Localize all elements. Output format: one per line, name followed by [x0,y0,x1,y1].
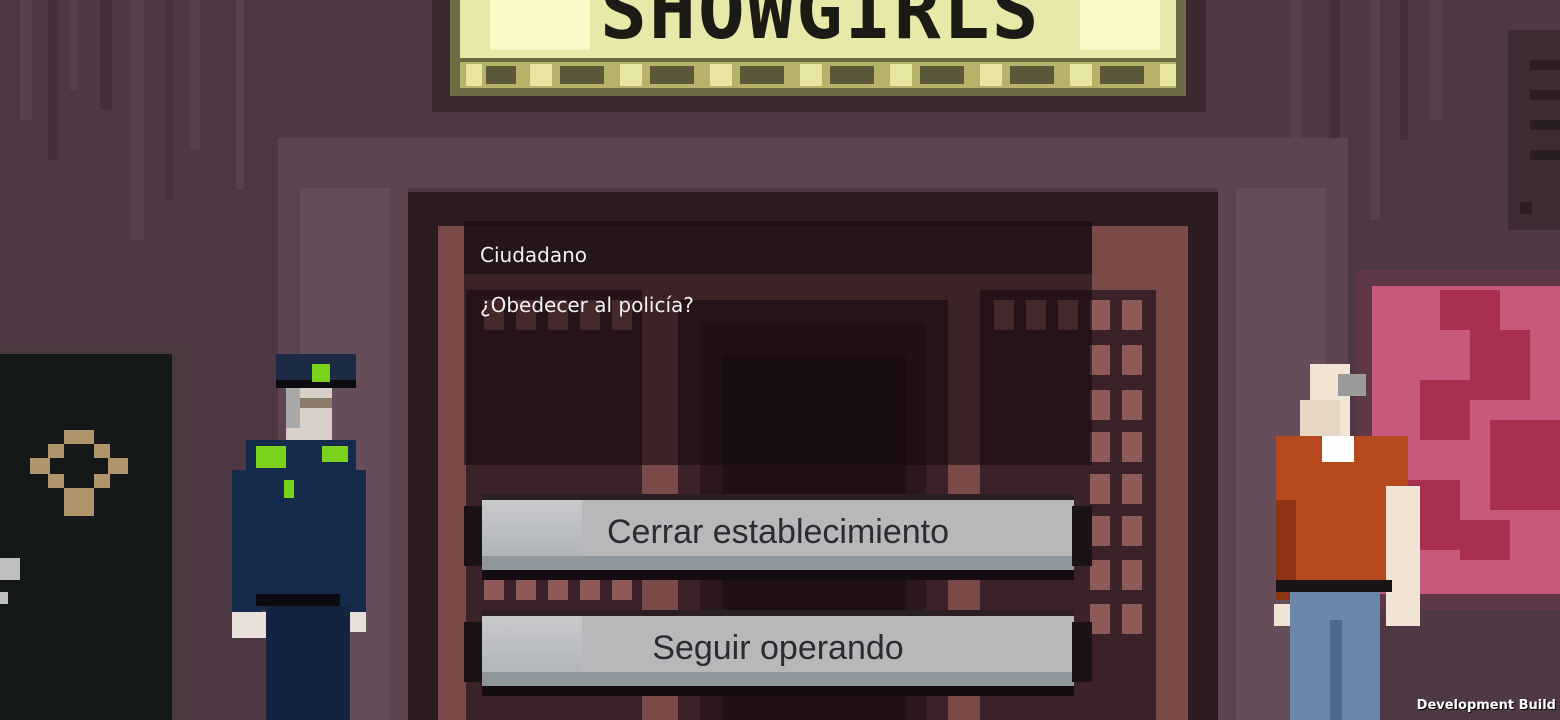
dialog-box: Ciudadano ¿Obedecer al policía? [464,221,1092,465]
marquee-sign: SHOWGIRLS [600,0,1070,58]
dialog-header: Ciudadano [464,221,1092,274]
speaker-name: Ciudadano [480,243,588,267]
dialog-question: ¿Obedecer al policía? [480,293,694,317]
choice-keep-operating-button[interactable]: Seguir operando [464,604,1092,700]
sign-text: SHOWGIRLS [600,0,1041,57]
choice-label: Seguir operando [652,629,904,667]
choice-close-business-button[interactable]: Cerrar establecimiento [464,488,1092,584]
development-build-watermark: Development Build [1416,698,1556,713]
choice-label: Cerrar establecimiento [606,513,950,551]
game-scene: SHOWGIRLS Ciudadano ¿Obedecer al policía… [0,0,1560,720]
